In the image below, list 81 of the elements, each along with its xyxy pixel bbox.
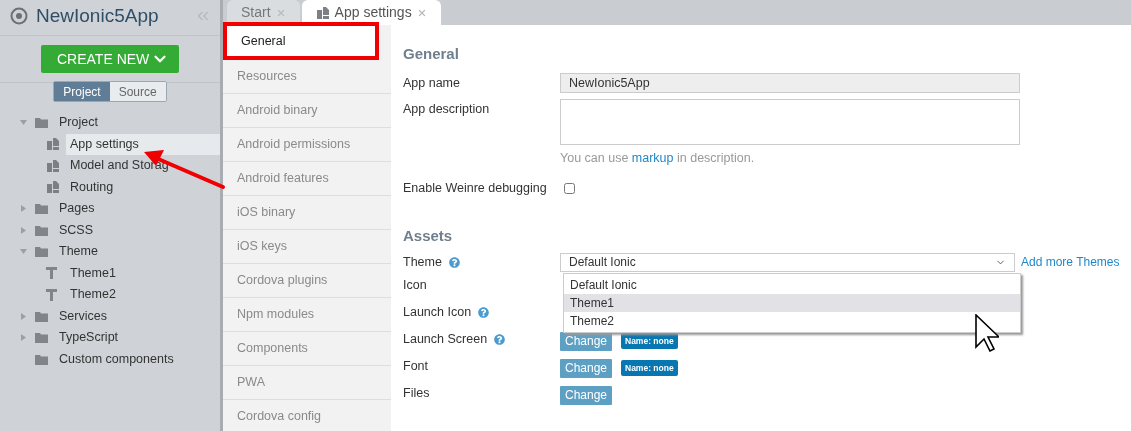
folder-icon <box>35 246 48 258</box>
caret-right-icon[interactable] <box>20 312 27 320</box>
close-icon[interactable] <box>275 7 286 18</box>
app-title: NewIonic5App <box>36 3 160 28</box>
dropdown-option[interactable]: Theme2 <box>564 311 1020 330</box>
tree-item[interactable]: TypeScript <box>55 327 121 349</box>
field-label: Font <box>403 357 428 375</box>
settings-nav-item[interactable]: General <box>223 22 379 60</box>
field-label: Launch Screen <box>403 330 488 348</box>
close-icon[interactable] <box>416 7 427 18</box>
select-value: Default Ionic <box>569 254 636 271</box>
folder-icon <box>35 203 48 215</box>
page-icon <box>46 158 60 173</box>
help-icon[interactable] <box>448 256 460 268</box>
checkbox[interactable] <box>564 182 575 194</box>
field-label: Launch Icon <box>403 303 472 321</box>
settings-nav-item[interactable]: Cordova plugins <box>223 264 391 298</box>
name-badge: Name: none <box>621 359 678 377</box>
add-themes-link[interactable]: Add more Themes <box>1021 253 1120 271</box>
help-icon[interactable] <box>478 306 490 318</box>
tree-item[interactable]: Theme <box>55 241 100 263</box>
tree-item[interactable]: Pages <box>55 198 97 220</box>
settings-nav-item[interactable]: Android permissions <box>223 128 391 162</box>
settings-nav-item[interactable]: Android binary <box>223 94 391 128</box>
caret-down-icon[interactable] <box>20 119 27 127</box>
editor-tab[interactable]: App settings <box>301 0 441 25</box>
field-label: Files <box>403 384 430 402</box>
logo-icon <box>10 7 28 25</box>
settings-nav-item[interactable]: iOS keys <box>223 230 391 264</box>
settings-nav-item[interactable]: Components <box>223 332 391 366</box>
page-icon <box>46 137 60 152</box>
field-label: Icon <box>403 276 427 294</box>
theme-select[interactable]: Default Ionic <box>560 252 1015 272</box>
settings-nav-item[interactable]: PWA <box>223 366 391 400</box>
tree-item[interactable]: App settings <box>66 133 220 155</box>
tree-item[interactable]: Services <box>55 305 109 327</box>
settings-nav-item[interactable]: Cordova config <box>223 400 391 431</box>
tree-item[interactable]: Theme2 <box>66 284 118 306</box>
settings-nav-item[interactable]: iOS binary <box>223 196 391 230</box>
view-tab[interactable]: Project <box>54 82 110 101</box>
letter-t-icon <box>46 267 57 280</box>
tab-label: App settings <box>334 3 412 22</box>
tab-label: Start <box>241 3 271 22</box>
folder-icon <box>35 353 48 365</box>
dropdown-option[interactable]: Theme1 <box>564 293 1020 312</box>
folder-icon <box>35 224 48 236</box>
caret-right-icon[interactable] <box>20 334 27 342</box>
tree-item[interactable]: Project <box>55 112 100 134</box>
change-button[interactable]: Change <box>560 358 612 378</box>
section-heading: General <box>403 44 460 63</box>
folder-icon <box>35 310 48 322</box>
caret-right-icon[interactable] <box>20 226 27 234</box>
settings-nav-item[interactable]: Npm modules <box>223 298 391 332</box>
page-icon <box>46 180 60 195</box>
settings-nav-item[interactable]: Resources <box>223 60 391 94</box>
view-tab[interactable]: Source <box>109 82 166 101</box>
folder-icon <box>35 332 48 344</box>
help-icon[interactable] <box>494 333 506 345</box>
description-field[interactable] <box>560 99 1020 145</box>
field-label: App name <box>403 74 461 92</box>
field-label: Theme <box>403 253 442 271</box>
change-button[interactable]: Change <box>560 385 612 405</box>
settings-nav-item[interactable]: Android features <box>223 162 391 196</box>
tree-item[interactable]: Custom components <box>55 348 176 370</box>
create-new-button[interactable]: CREATE NEW <box>41 45 179 73</box>
letter-t-icon <box>46 288 57 301</box>
dropdown-option[interactable]: Default Ionic <box>564 275 1020 294</box>
section-heading: Assets <box>403 225 454 245</box>
change-button[interactable]: Change <box>560 331 612 351</box>
page-icon <box>315 5 330 20</box>
field-label: Enable Weinre debugging <box>403 179 548 197</box>
folder-icon <box>35 117 48 129</box>
hint-text: You can use markup in description. <box>560 150 756 167</box>
markup-link[interactable]: markup <box>631 151 674 165</box>
caret-right-icon[interactable] <box>20 205 27 213</box>
field-label: App description <box>403 101 491 118</box>
tree-item[interactable]: SCSS <box>55 219 96 241</box>
tree-item[interactable]: Theme1 <box>66 262 118 284</box>
app-name-field[interactable]: NewIonic5App <box>560 73 1020 93</box>
tree-item[interactable]: Routing <box>66 176 116 198</box>
caret-down-icon[interactable] <box>20 248 27 256</box>
